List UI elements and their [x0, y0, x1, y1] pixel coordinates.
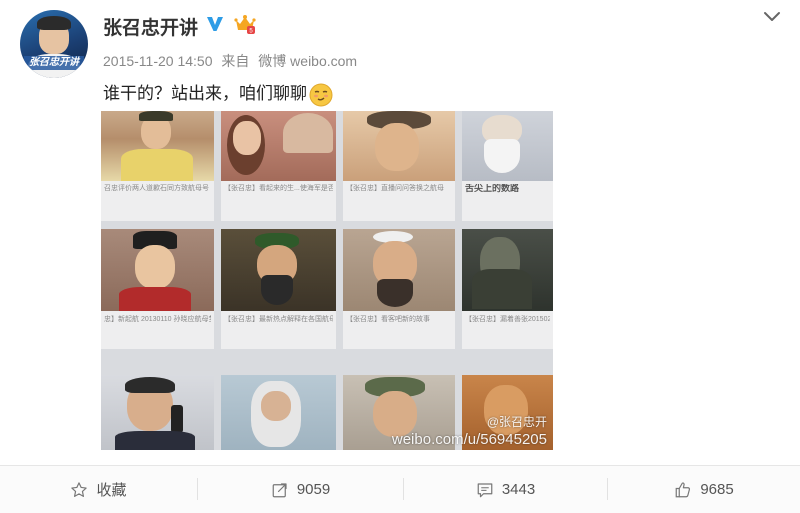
crown-icon[interactable]: 5 [233, 12, 257, 36]
post-text-content: 谁干的？站出来，咱们聊聊 [103, 84, 307, 103]
image-cell: 忠】新起航 20130110 孙晓应航母梦之队 [101, 229, 214, 349]
portrait-wizard [221, 375, 336, 450]
image-cell-caption: 忠】新起航 20130110 孙晓应航母梦之队 [104, 316, 211, 323]
repost-count: 9059 [296, 481, 331, 498]
post-image[interactable]: 召忠评价两人道歉石同方致航母号 【张召忠】看起来的生...使海军是否要做放长？ … [101, 111, 553, 450]
repost-icon [272, 482, 287, 497]
image-cell-caption: 【张召忠】看起来的生...使海军是否要做放长？ [224, 185, 333, 192]
comment-count: 3443 [501, 481, 536, 498]
image-watermark-user: @张召忠开 [486, 415, 547, 429]
portrait-fan [221, 111, 336, 181]
comment-icon [477, 482, 493, 497]
post-source[interactable]: 微博 weibo.com [258, 53, 357, 69]
image-cell-caption: 【张召忠】最新热点解释在各国航母... [224, 316, 333, 323]
portrait-bow [343, 229, 455, 311]
portrait-hat [343, 111, 455, 181]
avatar-caption: 张召忠开讲 [24, 56, 84, 70]
repost-button[interactable]: 9059 [198, 466, 403, 513]
post-text: 谁干的？站出来，咱们聊聊 [103, 79, 333, 107]
image-cell-caption: 【张召忠】漏着善张201502为何抓手中国航母 [465, 316, 550, 323]
image-cell: 舌尖上的数路 [462, 111, 553, 221]
image-cell: 【张召忠】看客吧新的故事 [343, 229, 455, 349]
image-watermark-url: weibo.com/u/56945205 [391, 431, 547, 448]
portrait-soldier [462, 229, 553, 311]
image-cell-caption: 召忠评价两人道歉石同方致航母号 [104, 185, 209, 192]
favorite-label: 收藏 [96, 482, 127, 499]
image-cell [101, 375, 214, 450]
image-cell-caption: 【张召忠】直播问问答换之航母 [346, 185, 444, 192]
verified-icon [207, 17, 223, 31]
source-prefix: 来自 [221, 53, 250, 69]
avatar-hair [37, 16, 71, 30]
portrait-military [101, 111, 214, 181]
image-cell: 召忠评价两人道歉石同方致航母号 [101, 111, 214, 221]
portrait-official-hat [101, 229, 214, 311]
thumbs-up-icon [675, 481, 691, 497]
portrait-phone [101, 375, 214, 450]
action-bar: 收藏 9059 3443 9685 [0, 465, 800, 513]
like-button[interactable]: 9685 [608, 466, 800, 513]
star-icon [71, 481, 88, 497]
avatar[interactable]: 张召忠开讲 [20, 10, 88, 78]
portrait-warrior [221, 229, 336, 311]
portrait-old-man [462, 111, 553, 181]
chevron-down-icon[interactable] [762, 10, 782, 24]
like-count: 9685 [700, 481, 734, 498]
image-cell [221, 375, 336, 450]
image-cell: 【张召忠】漏着善张201502为何抓手中国航母 [462, 229, 553, 349]
smirk-emoji-icon [309, 83, 333, 107]
image-cell-caption: 舌尖上的数路 [465, 184, 520, 193]
image-cell: 【张召忠】直播问问答换之航母 [343, 111, 455, 221]
image-cell: 【张召忠】最新热点解释在各国航母... [221, 229, 336, 349]
image-cell-caption: 【张召忠】看客吧新的故事 [346, 316, 430, 323]
author-name[interactable]: 张召忠开讲 [103, 13, 198, 40]
post-timestamp: 2015-11-20 14:50 [103, 53, 213, 69]
image-cell: 【张召忠】看起来的生...使海军是否要做放长？ [221, 111, 336, 221]
post-meta: 2015-11-20 14:50 来自 微博 weibo.com [103, 51, 362, 71]
favorite-button[interactable]: 收藏 [0, 466, 197, 513]
comment-button[interactable]: 3443 [404, 466, 607, 513]
